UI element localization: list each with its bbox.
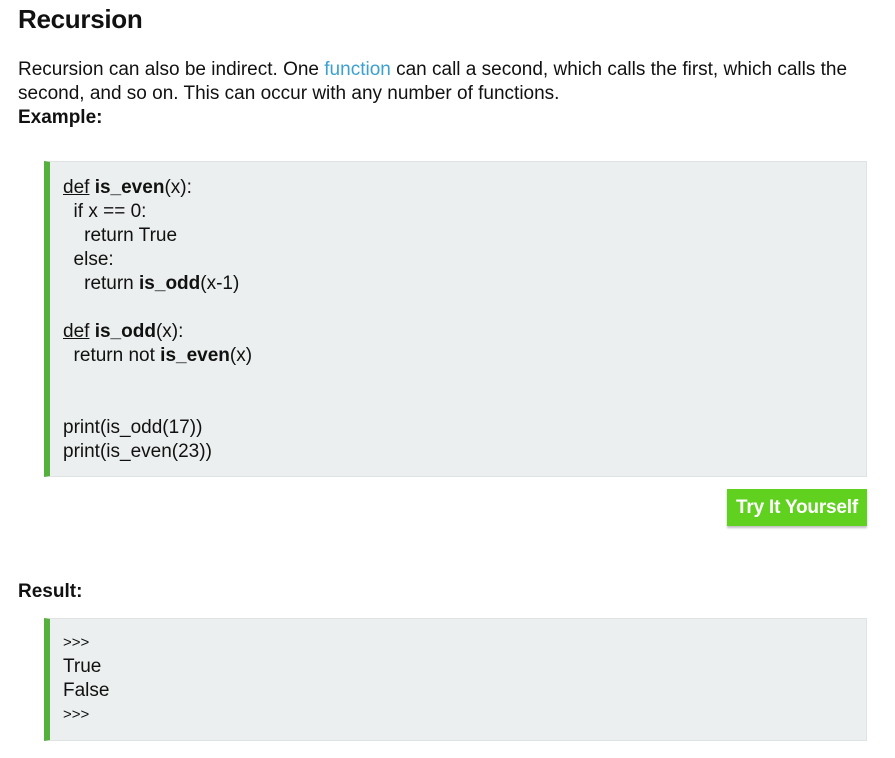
function-name: is_odd: [94, 321, 156, 342]
output-prompt: >>>: [63, 634, 90, 651]
code-line: print(is_even(23)): [63, 441, 212, 462]
code-line: if x == 0:: [63, 201, 147, 222]
example-label: Example:: [18, 107, 103, 128]
output-line: True: [63, 656, 102, 677]
function-name: is_odd: [139, 273, 201, 294]
code-line: return True: [63, 225, 178, 246]
code-line: else:: [63, 249, 114, 270]
function-link[interactable]: function: [324, 59, 391, 80]
code-text: (x-1): [200, 273, 240, 294]
result-output-block: >>> True False >>>: [44, 618, 867, 741]
lesson-content: Recursion Recursion can also be indirect…: [18, 0, 870, 741]
def-keyword: def: [63, 321, 90, 342]
result-label: Result:: [18, 581, 83, 602]
code-text: return not: [63, 345, 161, 366]
code-line: print(is_odd(17)): [63, 417, 203, 438]
page-title: Recursion: [18, 4, 143, 34]
output-line: False: [63, 680, 110, 701]
code-text: (x): [229, 345, 253, 366]
try-it-yourself-button[interactable]: Try It Yourself: [727, 489, 867, 526]
code-line: def is_even(x):: [63, 176, 866, 200]
code-line: return is_odd(x-1): [63, 272, 866, 296]
code-text: return: [63, 273, 140, 294]
code-line: return not is_even(x): [63, 344, 866, 368]
function-name: is_even: [94, 177, 165, 198]
example-code-block: def is_even(x): if x == 0: return True e…: [44, 161, 867, 477]
code-line: def is_odd(x):: [63, 320, 866, 344]
code-text: (x):: [164, 177, 192, 198]
code-text: (x):: [155, 321, 184, 342]
output-prompt: >>>: [63, 706, 90, 723]
intro-paragraph: Recursion can also be indirect. One func…: [18, 58, 870, 106]
function-name: is_even: [160, 345, 230, 366]
def-keyword: def: [63, 177, 90, 198]
intro-text-start: Recursion can also be indirect. One: [18, 59, 325, 80]
